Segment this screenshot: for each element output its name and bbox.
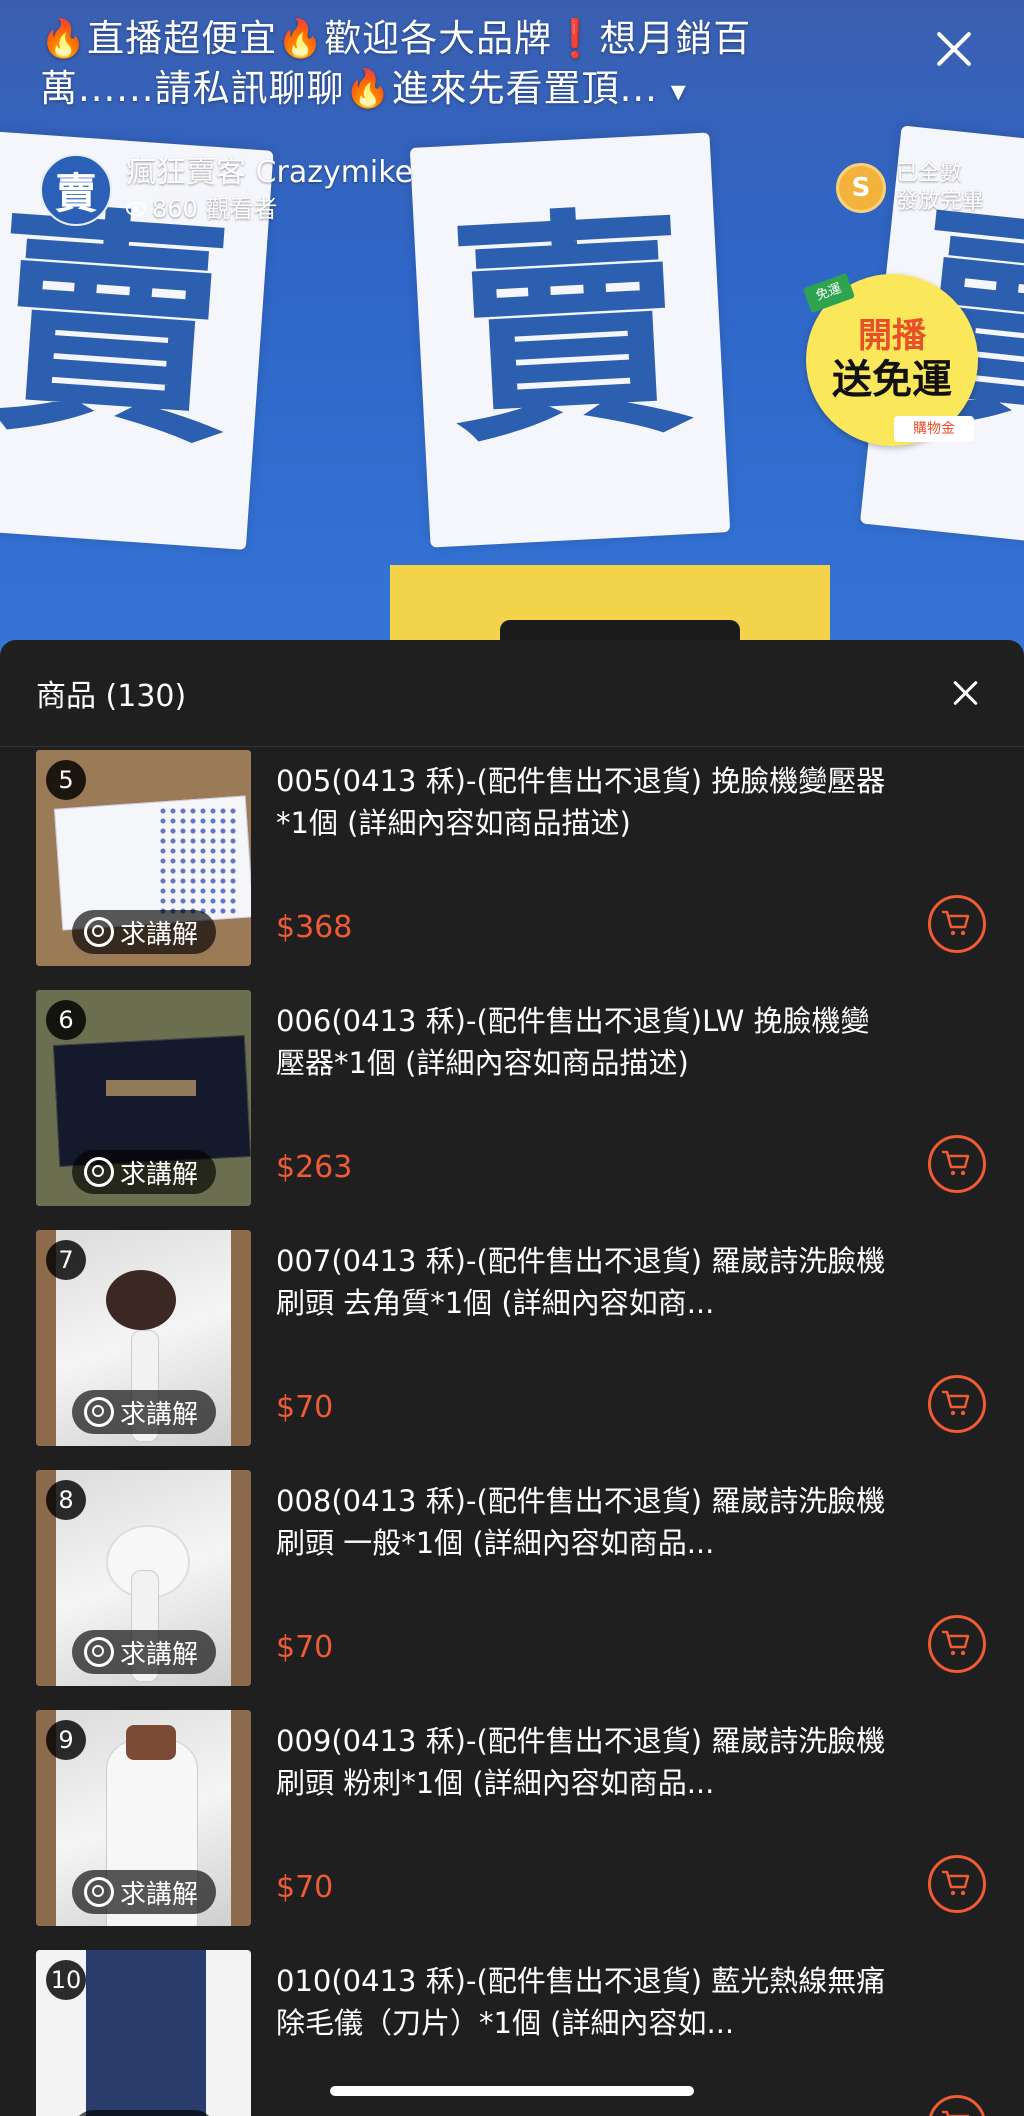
- promo-line2: 送免運: [832, 357, 952, 403]
- product-thumbnail[interactable]: 6 求講解: [36, 990, 251, 1206]
- cart-icon: [942, 1390, 970, 1416]
- product-thumbnail[interactable]: 8 求講解: [36, 1470, 251, 1686]
- explain-request-button[interactable]: 求講解: [72, 910, 217, 954]
- list-item[interactable]: 7 求講解 007(0413 秝)-(配件售出不退貨) 羅崴詩洗臉機刷頭 去角質…: [0, 1230, 1024, 1446]
- product-thumbnail[interactable]: 9 求講解: [36, 1710, 251, 1926]
- chat-icon: [84, 1157, 114, 1187]
- explain-request-button[interactable]: 求講解: [72, 1150, 217, 1194]
- explain-label: 求講解: [120, 1879, 199, 1910]
- sheet-title: 商品 (130): [36, 679, 187, 714]
- free-shipping-promo-badge[interactable]: 免運 開播 送免運 購物金: [802, 272, 978, 446]
- product-list[interactable]: 5 求講解 005(0413 秝)-(配件售出不退貨) 挽臉機變壓器*1個 (詳…: [0, 750, 1024, 2116]
- product-sheet: 商品 (130) 5 求講解 005(0413 秝)-(配件售出不退貨) 挽臉機…: [0, 640, 1024, 2116]
- product-title[interactable]: 007(0413 秝)-(配件售出不退貨) 羅崴詩洗臉機刷頭 去角質*1個 (詳…: [276, 1240, 896, 1324]
- item-number-badge: 10: [46, 1960, 86, 2000]
- product-title[interactable]: 008(0413 秝)-(配件售出不退貨) 羅崴詩洗臉機刷頭 一般*1個 (詳細…: [276, 1480, 896, 1564]
- add-to-cart-button[interactable]: [928, 1375, 986, 1433]
- product-title[interactable]: 005(0413 秝)-(配件售出不退貨) 挽臉機變壓器*1個 (詳細內容如商品…: [276, 760, 896, 844]
- chat-icon: [84, 1397, 114, 1427]
- coin-reward[interactable]: S 已全數 發放完畢: [836, 160, 984, 216]
- promo-tag-bottom: 購物金: [894, 416, 974, 442]
- add-to-cart-button[interactable]: [928, 895, 986, 953]
- add-to-cart-button[interactable]: [928, 1855, 986, 1913]
- eye-icon: [126, 202, 146, 216]
- item-number-badge: 8: [46, 1480, 86, 1520]
- item-number-badge: 5: [46, 760, 86, 800]
- product-title[interactable]: 009(0413 秝)-(配件售出不退貨) 羅崴詩洗臉機刷頭 粉刺*1個 (詳細…: [276, 1720, 896, 1804]
- coin-icon: S: [836, 163, 886, 213]
- expand-arrow-icon[interactable]: ▾: [671, 74, 687, 109]
- avatar[interactable]: 賣: [40, 154, 112, 226]
- chat-icon: [84, 1877, 114, 1907]
- background-sign: 賣: [409, 132, 731, 548]
- cart-icon: [942, 2110, 970, 2116]
- product-title[interactable]: 006(0413 秝)-(配件售出不退貨)LW 挽臉機變壓器*1個 (詳細內容如…: [276, 1000, 896, 1084]
- product-price: $70: [276, 1390, 334, 1425]
- product-title[interactable]: 010(0413 秝)-(配件售出不退貨) 藍光熱線無痛除毛儀（刀片）*1個 (…: [276, 1960, 896, 2044]
- streamer-name: 瘋狂賣客 Crazymike: [126, 155, 414, 190]
- coin-status-line2: 發放完畢: [896, 189, 985, 214]
- product-thumbnail[interactable]: 7 求講解: [36, 1230, 251, 1446]
- explain-label: 求講解: [120, 1639, 199, 1670]
- close-live-button[interactable]: [928, 24, 978, 74]
- chat-icon: [84, 1637, 114, 1667]
- list-item[interactable]: 5 求講解 005(0413 秝)-(配件售出不退貨) 挽臉機變壓器*1個 (詳…: [0, 750, 1024, 966]
- cart-icon: [942, 1630, 970, 1656]
- explain-label: 求講解: [120, 1399, 199, 1430]
- add-to-cart-button[interactable]: [928, 1135, 986, 1193]
- product-thumbnail[interactable]: 5 求講解: [36, 750, 251, 966]
- product-price: $263: [276, 1150, 353, 1185]
- home-indicator[interactable]: [330, 2086, 694, 2096]
- explain-label: 求講解: [120, 1159, 199, 1190]
- explain-request-button[interactable]: 求講解: [72, 1630, 217, 1674]
- explain-label: 求講解: [120, 919, 199, 950]
- item-number-badge: 9: [46, 1720, 86, 1760]
- close-sheet-button[interactable]: [948, 675, 984, 711]
- explain-request-button[interactable]: 求講解: [72, 1390, 217, 1434]
- add-to-cart-button[interactable]: [928, 2095, 986, 2116]
- explain-request-button[interactable]: 求講解: [72, 2110, 217, 2116]
- coin-status-line1: 已全數: [896, 161, 963, 186]
- item-number-badge: 6: [46, 1000, 86, 1040]
- product-price: $70: [276, 1630, 334, 1665]
- promo-line1: 開播: [858, 316, 926, 356]
- add-to-cart-button[interactable]: [928, 1615, 986, 1673]
- viewer-count: 860 觀看者: [152, 195, 278, 223]
- list-item[interactable]: 6 求講解 006(0413 秝)-(配件售出不退貨)LW 挽臉機變壓器*1個 …: [0, 990, 1024, 1206]
- live-title-text: 🔥直播超便宜🔥歡迎各大品牌❗️想月銷百萬......請私訊聊聊🔥進來先看置頂..…: [40, 17, 752, 110]
- chat-icon: [84, 917, 114, 947]
- streamer-info[interactable]: 賣 瘋狂賣客 Crazymike 860 觀看者: [40, 150, 413, 230]
- explain-request-button[interactable]: 求講解: [72, 1870, 217, 1914]
- live-title[interactable]: 🔥直播超便宜🔥歡迎各大品牌❗️想月銷百萬......請私訊聊聊🔥進來先看置頂..…: [40, 14, 830, 117]
- sheet-header: 商品 (130): [0, 640, 1024, 747]
- cart-icon: [942, 1870, 970, 1896]
- product-price: $70: [276, 1870, 334, 1905]
- cart-icon: [942, 910, 970, 936]
- list-item[interactable]: 8 求講解 008(0413 秝)-(配件售出不退貨) 羅崴詩洗臉機刷頭 一般*…: [0, 1470, 1024, 1686]
- product-price: $368: [276, 910, 353, 945]
- list-item[interactable]: 9 求講解 009(0413 秝)-(配件售出不退貨) 羅崴詩洗臉機刷頭 粉刺*…: [0, 1710, 1024, 1926]
- cart-icon: [942, 1150, 970, 1176]
- item-number-badge: 7: [46, 1240, 86, 1280]
- product-thumbnail[interactable]: 10 求講解: [36, 1950, 251, 2116]
